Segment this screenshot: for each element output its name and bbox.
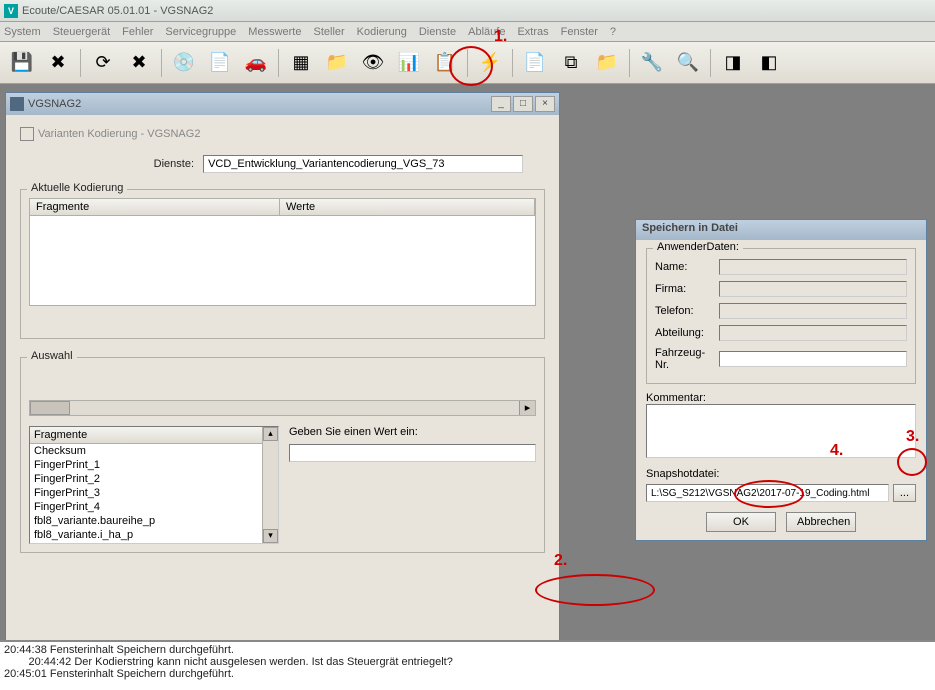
col-fragmente[interactable]: Fragmente	[30, 199, 280, 215]
col-werte[interactable]: Werte	[280, 199, 535, 215]
grid-header: Fragmente Werte	[29, 198, 536, 216]
group-anwenderdaten: AnwenderDaten: Name: Firma: Telefon: Abt…	[646, 248, 916, 384]
log-line: 20:44:42 Der Kodierstring kann nicht aus…	[4, 656, 931, 668]
app-title: Ecoute/CAESAR 05.01.01 - VGSNAG2	[22, 5, 213, 17]
menu-help[interactable]: ?	[610, 26, 616, 38]
list-item[interactable]: FingerPrint_1	[30, 458, 262, 472]
toolbar-button-12[interactable]: 👁	[357, 47, 389, 79]
menu-system[interactable]: System	[4, 26, 41, 38]
annotation-1: 1.	[494, 28, 507, 46]
toolbar-button-18[interactable]: 📄	[519, 47, 551, 79]
value-input[interactable]	[289, 444, 536, 462]
telefon-field[interactable]	[719, 303, 907, 319]
snapshot-path-field[interactable]	[646, 484, 889, 502]
minimize-button[interactable]: _	[491, 96, 511, 112]
kommentar-label: Kommentar:	[646, 392, 916, 404]
list-item[interactable]: FingerPrint_2	[30, 472, 262, 486]
annotation-4: 4.	[830, 442, 843, 460]
toolbar-button-3[interactable]: ⟳	[87, 47, 119, 79]
fahrzeug-label: Fahrzeug-Nr.	[655, 347, 719, 371]
toolbar-button-19[interactable]: ⧉	[555, 47, 587, 79]
annotation-3: 3.	[906, 428, 919, 446]
name-field[interactable]	[719, 259, 907, 275]
menu-fenster[interactable]: Fenster	[561, 26, 598, 38]
menu-dienste[interactable]: Dienste	[419, 26, 456, 38]
toolbar-button-4[interactable]: ✖	[123, 47, 155, 79]
toolbar-button-8[interactable]: 🚗	[240, 47, 272, 79]
menubar: System Steuergerät Fehler Servicegruppe …	[0, 22, 935, 42]
annotation-2: 2.	[554, 552, 567, 570]
list-item[interactable]: Checksum	[30, 444, 262, 458]
list-item[interactable]: fbl8_variante.i_ha_p	[30, 528, 262, 542]
toolbar-button-23[interactable]: 🔍	[672, 47, 704, 79]
toolbar-button-1[interactable]: ✖	[42, 47, 74, 79]
abteilung-field[interactable]	[719, 325, 907, 341]
close-button[interactable]: ×	[535, 96, 555, 112]
menu-messwerte[interactable]: Messwerte	[248, 26, 301, 38]
firma-label: Firma:	[655, 283, 719, 295]
subwindow-titlebar[interactable]: VGSNAG2 _ □ ×	[6, 93, 559, 115]
toolbar: 💾✖⟳✖💿📄🚗▦📁👁📊📋⚡📄⧉📁🔧🔍◨◧	[0, 42, 935, 84]
toolbar-button-7[interactable]: 📄	[204, 47, 236, 79]
dienste-label: Dienste:	[120, 158, 200, 170]
cancel-button[interactable]: Abbrechen	[786, 512, 856, 532]
name-label: Name:	[655, 261, 719, 273]
toolbar-button-14[interactable]: 📋	[429, 47, 461, 79]
menu-extras[interactable]: Extras	[517, 26, 548, 38]
browse-button[interactable]: ...	[893, 484, 916, 502]
subwindow-vgsnag2: VGSNAG2 _ □ × Varianten Kodierung - VGSN…	[5, 92, 560, 686]
save-dialog: Speichern in Datei AnwenderDaten: Name: …	[635, 219, 927, 541]
list-header[interactable]: Fragmente	[30, 427, 262, 444]
toolbar-button-11[interactable]: 📁	[321, 47, 353, 79]
group-aktuelle-kodierung: Aktuelle Kodierung Fragmente Werte	[20, 189, 545, 339]
toolbar-button-13[interactable]: 📊	[393, 47, 425, 79]
toolbar-button-20[interactable]: 📁	[591, 47, 623, 79]
log-panel[interactable]: 20:44:38 Fensterinhalt Speichern durchge…	[0, 640, 935, 690]
firma-field[interactable]	[719, 281, 907, 297]
list-item[interactable]: fbl8_variante.i_va_gld_p	[30, 542, 262, 543]
fahrzeug-field[interactable]	[719, 351, 907, 367]
maximize-button[interactable]: □	[513, 96, 533, 112]
titlebar: V Ecoute/CAESAR 05.01.01 - VGSNAG2	[0, 0, 935, 22]
snapshot-label: Snapshotdatei:	[646, 468, 916, 480]
abteilung-label: Abteilung:	[655, 327, 719, 339]
subwindow-icon	[10, 97, 24, 111]
list-item[interactable]: FingerPrint_4	[30, 500, 262, 514]
ok-button[interactable]: OK	[706, 512, 776, 532]
inner-title: Varianten Kodierung - VGSNAG2	[20, 127, 545, 141]
group-auswahl: Auswahl ▸ Fragmente ChecksumFingerPrint_…	[20, 357, 545, 553]
list-scrollbar[interactable]: ▴▾	[262, 427, 278, 543]
app-icon: V	[4, 4, 18, 18]
value-prompt-label: Geben Sie einen Wert ein:	[289, 426, 536, 438]
kommentar-textarea[interactable]	[646, 404, 916, 458]
window-icon	[20, 127, 34, 141]
telefon-label: Telefon:	[655, 305, 719, 317]
dialog-title[interactable]: Speichern in Datei	[636, 220, 926, 240]
menu-steuergeraet[interactable]: Steuergerät	[53, 26, 110, 38]
toolbar-button-0[interactable]: 💾	[6, 47, 38, 79]
dienste-field[interactable]	[203, 155, 523, 173]
list-item[interactable]: fbl8_variante.baureihe_p	[30, 514, 262, 528]
menu-servicegruppe[interactable]: Servicegruppe	[165, 26, 236, 38]
toolbar-button-6[interactable]: 💿	[168, 47, 200, 79]
list-item[interactable]: FingerPrint_3	[30, 486, 262, 500]
toolbar-button-10[interactable]: ▦	[285, 47, 317, 79]
mdi-area: VGSNAG2 _ □ × Varianten Kodierung - VGSN…	[0, 84, 935, 690]
toolbar-button-16[interactable]: ⚡	[474, 47, 506, 79]
subwindow-title: VGSNAG2	[28, 98, 81, 110]
toolbar-button-22[interactable]: 🔧	[636, 47, 668, 79]
menu-fehler[interactable]: Fehler	[122, 26, 153, 38]
menu-kodierung[interactable]: Kodierung	[357, 26, 407, 38]
toolbar-button-26[interactable]: ◧	[753, 47, 785, 79]
toolbar-button-25[interactable]: ◨	[717, 47, 749, 79]
horizontal-scrollbar[interactable]: ▸	[29, 400, 536, 416]
log-line: 20:45:01 Fensterinhalt Speichern durchge…	[4, 668, 931, 680]
log-line: 20:44:38 Fensterinhalt Speichern durchge…	[4, 644, 931, 656]
menu-steller[interactable]: Steller	[313, 26, 344, 38]
fragmente-listbox[interactable]: Fragmente ChecksumFingerPrint_1FingerPri…	[29, 426, 279, 544]
grid-body[interactable]	[29, 216, 536, 306]
